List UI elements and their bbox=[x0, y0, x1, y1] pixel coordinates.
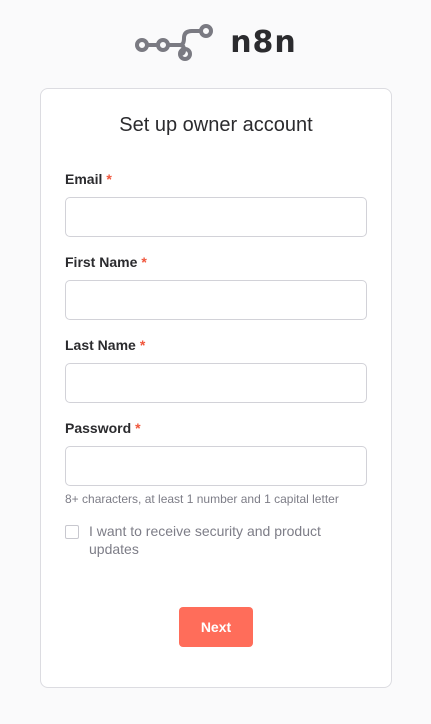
required-marker: * bbox=[106, 171, 112, 187]
brand-name: n8n bbox=[230, 24, 297, 60]
last-name-field[interactable] bbox=[65, 363, 367, 403]
password-hint: 8+ characters, at least 1 number and 1 c… bbox=[65, 492, 339, 506]
required-marker: * bbox=[139, 337, 146, 353]
last-name-label-text: Last Name bbox=[65, 337, 136, 353]
first-name-label: First Name * bbox=[65, 254, 147, 270]
required-marker: * bbox=[135, 420, 141, 436]
first-name-field[interactable] bbox=[65, 280, 367, 320]
updates-checkbox[interactable] bbox=[65, 525, 79, 539]
email-label: Email * bbox=[65, 171, 112, 187]
email-field[interactable] bbox=[65, 197, 367, 237]
password-field[interactable] bbox=[65, 446, 367, 486]
first-name-label-text: First Name bbox=[65, 254, 138, 270]
last-name-label: Last Name * bbox=[65, 337, 145, 353]
password-label-text: Password bbox=[65, 420, 132, 436]
updates-checkbox-label[interactable]: I want to receive security and product u… bbox=[89, 522, 359, 558]
password-label: Password * bbox=[65, 420, 141, 436]
setup-owner-form: Set up owner account Email * First Name * … bbox=[40, 88, 392, 688]
required-marker: * bbox=[141, 254, 147, 270]
next-button[interactable]: Next bbox=[179, 607, 253, 647]
n8n-node-graph-icon bbox=[135, 24, 214, 61]
email-label-text: Email bbox=[65, 171, 103, 187]
brand-logo: n8n bbox=[0, 18, 431, 66]
form-title: Set up owner account bbox=[119, 114, 313, 136]
